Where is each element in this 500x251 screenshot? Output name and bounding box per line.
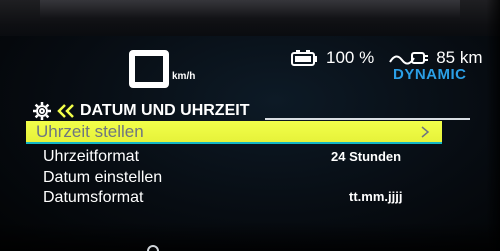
battery-icon <box>291 50 317 66</box>
menu-item-value: 24 Stunden <box>331 149 402 164</box>
header-divider <box>265 118 470 120</box>
menu-item-uhrzeitformat[interactable]: Uhrzeitformat 24 Stunden <box>43 148 443 168</box>
menu-header: DATUM UND UHRZEIT <box>32 101 249 121</box>
speed-unit: km/h <box>172 71 196 82</box>
menu-item-label: Datum einstellen <box>43 169 163 186</box>
speed-digit-placeholder <box>129 50 169 88</box>
bezel-glare <box>40 0 460 18</box>
menu-item-datum-einstellen[interactable]: Datum einstellen <box>43 169 443 189</box>
battery-percentage: 100 % <box>326 48 375 67</box>
double-chevron-left-icon[interactable] <box>56 103 76 119</box>
menu-item-label: Datumsformat <box>43 189 144 206</box>
menu-item-selected[interactable]: Uhrzeit stellen <box>26 121 442 144</box>
menu-item-label: Uhrzeit stellen <box>36 122 144 141</box>
bezel-right <box>486 0 500 251</box>
menu-item-label: Uhrzeitformat <box>43 148 140 165</box>
menu-item-value: tt.mm.jjjj <box>349 189 403 204</box>
range-plug-icon <box>389 52 429 65</box>
drive-mode-label: DYNAMIC <box>393 66 467 83</box>
bottom-shadow <box>0 222 500 251</box>
menu-item-datumsformat[interactable]: Datumsformat tt.mm.jjjj <box>43 189 443 209</box>
partial-icon <box>147 245 159 251</box>
menu-title: DATUM UND UHRZEIT <box>80 102 250 119</box>
range-value: 85 km <box>436 48 483 67</box>
instrument-cluster-screen: km/h 100 % 85 km DYNAMIC DATUM UND UHRZE… <box>0 0 500 251</box>
gear-icon <box>33 102 51 120</box>
chevron-right-icon <box>421 126 430 138</box>
